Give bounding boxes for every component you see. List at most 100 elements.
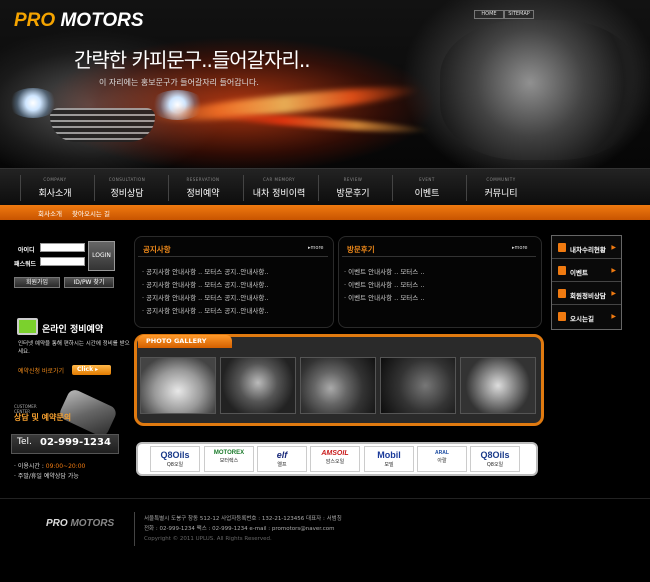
- partner-logo-text: ARAL: [435, 450, 449, 456]
- more-label: more: [514, 245, 528, 251]
- nav-item-consultation[interactable]: CONSULTATION 정비상담: [92, 169, 162, 206]
- nav-en-label: COMPANY: [43, 177, 67, 182]
- quick-label: 오시는길: [570, 315, 594, 323]
- nav-item-reservation[interactable]: RESERVATION 정비예약: [168, 169, 238, 206]
- hero-title: 간략한 카피문구..들어갈자리..: [74, 48, 311, 72]
- notice-item[interactable]: · 공지사항 안내사항 .. 모터스 공지..안내사항..: [142, 266, 268, 276]
- nav-item-car-memory[interactable]: CAR MEMORY 내차 정비이력: [240, 169, 318, 206]
- arrow-right-icon: ▶: [611, 244, 616, 251]
- sitemap-link[interactable]: SITEMAP: [504, 10, 534, 19]
- notice-item[interactable]: · 공지사항 안내사항 .. 모터스 공지..안내사항..: [142, 305, 268, 315]
- hero-subtitle: 이 자리에는 홍보문구가 들어갈자리 들어갑니다.: [99, 78, 259, 87]
- quick-member-consult[interactable]: 회원정비상담 ▶: [552, 282, 621, 305]
- nav-en-label: RESERVATION: [186, 177, 220, 182]
- nav-ko-label: 내차 정비이력: [252, 189, 306, 199]
- home-link[interactable]: HOME: [474, 10, 504, 19]
- partner-logo[interactable]: elf 엘프: [257, 446, 307, 472]
- notice-item[interactable]: · 공지사항 안내사항 .. 모터스 공지..안내사항..: [142, 292, 268, 302]
- notice-more-link[interactable]: ▸more: [308, 245, 323, 251]
- nav-ko-label: 이벤트: [414, 189, 440, 199]
- review-more-link[interactable]: ▸more: [512, 245, 527, 251]
- quick-label: 회원정비상담: [570, 292, 606, 300]
- nav-ko-label: 정비예약: [186, 189, 220, 199]
- event-icon: [558, 266, 566, 275]
- reservation-link[interactable]: 예약신청 바로가기: [18, 366, 64, 375]
- review-item-text: 이벤트 안내사항 .. 모터스 ..: [348, 281, 425, 289]
- quick-directions[interactable]: 오시는길 ▶: [552, 305, 621, 328]
- id-label: 아이디: [18, 247, 35, 254]
- site-logo[interactable]: PRO MOTORS: [14, 10, 144, 32]
- partner-logo[interactable]: ARAL 아랄: [417, 446, 467, 472]
- partner-logo[interactable]: Q8Oils Q8오일: [150, 446, 200, 472]
- quick-repair-status[interactable]: 내차수리현황 ▶: [552, 236, 621, 259]
- footer-address: 서울특별시 도봉구 창동 512-12 사업자등록번호 : 132-21-123…: [144, 516, 342, 522]
- id-input[interactable]: [40, 243, 85, 252]
- partner-logo[interactable]: Mobil 모빌: [364, 446, 414, 472]
- review-item[interactable]: · 이벤트 안내사항 .. 모터스 ..: [344, 266, 424, 276]
- hours-label: 이용시간 :: [17, 463, 44, 470]
- nav-en-label: REVIEW: [343, 177, 363, 182]
- nav-en-label: CONSULTATION: [108, 177, 146, 182]
- sub-nav: 회사소개 찾아오시는 길: [0, 205, 650, 220]
- document-icon: [558, 243, 566, 252]
- arrow-right-icon: ▶: [611, 290, 616, 297]
- partner-logo-text: MOTOREX: [213, 450, 245, 456]
- location-pin-icon: [558, 312, 566, 321]
- light-streak-graphic: [209, 110, 431, 136]
- online-reservation-title: 온라인 정비예약: [42, 325, 104, 335]
- nav-divider: [94, 175, 95, 201]
- divider: [138, 256, 328, 257]
- hours-value: 09:00~20:00: [45, 463, 86, 470]
- nav-en-label: EVENT: [419, 177, 435, 182]
- gallery-thumb[interactable]: [380, 357, 456, 414]
- join-button[interactable]: 회원가입: [14, 277, 60, 288]
- partner-logo-text: Mobil: [377, 450, 401, 460]
- click-label: Click: [77, 366, 94, 373]
- notice-item-text: 공지사항 안내사항 .. 모터스 공지..안내사항..: [146, 281, 269, 289]
- subnav-location[interactable]: 찾아오시는 길: [72, 208, 110, 218]
- footer-logo-motors: MOTORS: [70, 518, 115, 529]
- weekend-note: · 주말/휴일 예약상담 가능: [14, 473, 79, 480]
- partner-logo-text: Q8Oils: [160, 450, 190, 460]
- tel-number: 02-999-1234: [40, 437, 111, 448]
- gallery-thumb[interactable]: [300, 357, 376, 414]
- nav-divider: [243, 175, 244, 201]
- notice-title: 공지사항: [143, 245, 171, 254]
- gallery-thumb[interactable]: [140, 357, 216, 414]
- partner-name: 모빌: [384, 462, 394, 468]
- nav-ko-label: 정비상담: [110, 189, 144, 199]
- subnav-company[interactable]: 회사소개: [38, 208, 62, 218]
- nav-divider: [318, 175, 319, 201]
- nav-en-label: CAR MEMORY: [262, 177, 296, 182]
- nav-item-company[interactable]: COMPANY 회사소개: [20, 169, 90, 206]
- footer-divider: [0, 498, 650, 499]
- partner-name: 암스오일: [325, 459, 345, 465]
- nav-item-community[interactable]: COMMUNITY 커뮤니티: [466, 169, 536, 206]
- notice-item[interactable]: · 공지사항 안내사항 .. 모터스 공지..안내사항..: [142, 279, 268, 289]
- nav-ko-label: 방문후기: [336, 189, 370, 199]
- nav-item-review[interactable]: REVIEW 방문후기: [318, 169, 388, 206]
- business-hours: · 이용시간 : 09:00~20:00: [14, 463, 86, 470]
- partner-logo[interactable]: AMSOIL 암스오일: [310, 446, 360, 472]
- quick-event[interactable]: 이벤트 ▶: [552, 259, 621, 282]
- partner-name: Q8오일: [166, 462, 184, 468]
- tel-label: Tel.: [17, 437, 32, 447]
- click-button[interactable]: Click ▸: [72, 365, 111, 375]
- nav-item-event[interactable]: EVENT 이벤트: [392, 169, 462, 206]
- headlight-graphic: [8, 88, 58, 118]
- partner-logo[interactable]: MOTOREX 모터렉스: [204, 446, 254, 472]
- gallery-title: PHOTO GALLERY: [138, 335, 232, 348]
- arrow-right-icon: ▶: [611, 267, 616, 274]
- partner-logo[interactable]: Q8Oils Q8오일: [470, 446, 520, 472]
- footer-contact: 전화 : 02-999-1234 팩스 : 02-999-1234 e-mail…: [144, 526, 335, 532]
- find-id-pw-button[interactable]: ID/PW 찾기: [64, 277, 114, 288]
- review-item[interactable]: · 이벤트 안내사항 .. 모터스 ..: [344, 292, 424, 302]
- password-input[interactable]: [40, 257, 85, 266]
- arrow-right-icon: ▶: [611, 313, 616, 320]
- online-reservation-desc: 인터넷 예약을 통해 편하시는 시간에 정비를 받으세요.: [18, 341, 130, 355]
- login-button[interactable]: LOGIN: [88, 241, 115, 271]
- gallery-thumb[interactable]: [220, 357, 296, 414]
- divider: [342, 256, 536, 257]
- gallery-thumb[interactable]: [460, 357, 536, 414]
- review-item[interactable]: · 이벤트 안내사항 .. 모터스 ..: [344, 279, 424, 289]
